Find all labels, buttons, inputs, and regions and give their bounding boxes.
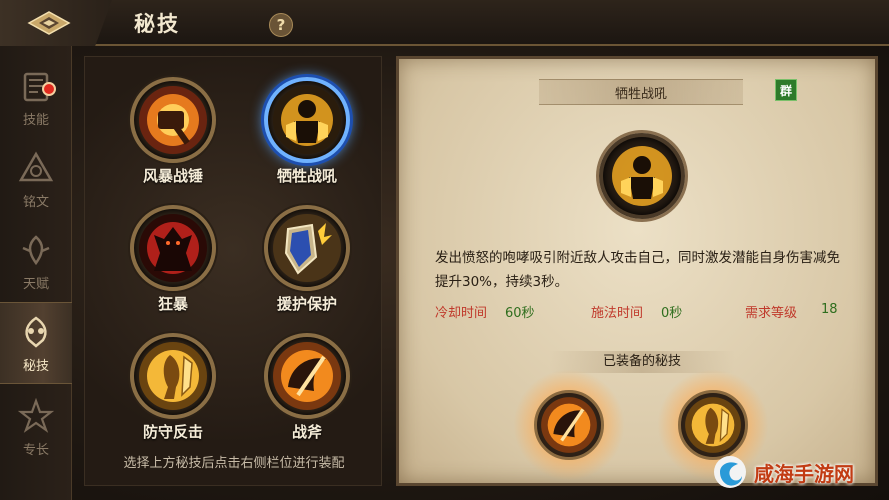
watermark-logo-icon [714,456,746,488]
instruction-text: 选择上方秘技后点击右侧栏位进行装配 [123,456,345,471]
skill-counter-attack[interactable]: 防守反击 [113,333,233,463]
shield-icon [264,205,350,291]
secret-skill-icon [17,313,55,351]
top-bar: 秘技 ? [0,0,889,46]
skill-battle-axe[interactable]: 战斧 [247,333,367,463]
skill-name: 防守反击 [142,423,203,441]
warcry-icon [264,77,350,163]
required-level-label: 需求等级 [745,306,798,321]
counter-icon [130,333,216,419]
sidebar-item-label: 铭文 [22,194,49,210]
skill-stats: 冷却时间 60秒 施法时间 0秒 需求等级 18 [435,302,845,322]
cast-time-label: 施法时间 [591,306,644,321]
sidebar-item-talent[interactable]: 天赋 [0,220,72,302]
skill-name: 援护保护 [276,295,337,313]
sidebar-item-specialty[interactable]: 专长 [0,386,72,468]
axe-icon [264,333,350,419]
counter-icon [678,390,748,460]
notification-badge [42,82,56,96]
sidebar-item-label: 天赋 [22,276,49,292]
skill-name: 风暴战锤 [142,167,203,185]
skill-detail-panel: 牺牲战吼 群 发出愤怒的咆哮吸引附近敌人攻击自己，同时激发潜能自身伤害减免提升3… [396,56,878,486]
skill-description: 发出愤怒的咆哮吸引附近敌人攻击自己，同时激发潜能自身伤害减免提升30%，持续3秒… [435,250,840,290]
specialty-icon [17,397,55,435]
hammer-icon [130,77,216,163]
sidebar-item-secret-skill[interactable]: 秘技 [0,302,72,384]
sidebar-item-skills[interactable]: 技能 [0,56,72,138]
sidebar-item-label: 专长 [22,442,49,458]
warcry-icon [599,133,685,219]
axe-icon [534,390,604,460]
page-title: 秘技 [134,12,180,36]
skill-guard-protect[interactable]: 援护保护 [247,205,367,335]
watermark-text: 咸海手游网 [754,461,854,486]
help-icon[interactable]: ? [269,13,293,37]
cooldown-value: 60秒 [505,306,535,321]
skill-name: 牺牲战吼 [276,167,337,185]
equip-slot-1[interactable] [513,369,625,481]
group-badge: 群 [775,79,797,101]
back-button[interactable] [0,0,112,46]
detail-title: 牺牲战吼 [539,79,743,105]
watermark: 咸海手游网 [712,452,854,492]
berserk-icon [130,205,216,291]
skill-name: 狂暴 [157,295,188,313]
game-screen: 秘技 ? 技能 铭文 天赋 秘技 专长 风暴战锤 牺牲战吼 狂暴 援护保护 防守… [0,0,889,500]
required-level-value: 18 [821,302,838,317]
sidebar-item-inscription[interactable]: 铭文 [0,138,72,220]
skill-list-panel: 风暴战锤 牺牲战吼 狂暴 援护保护 防守反击 战斧 选择上方秘技后点击右侧栏位进… [84,56,382,486]
sidebar: 技能 铭文 天赋 秘技 专长 [0,46,72,500]
cast-time-value: 0秒 [661,306,683,321]
skill-storm-hammer[interactable]: 风暴战锤 [113,77,233,207]
rune-triangle-icon [17,149,55,187]
back-arrow-icon [27,11,71,35]
sidebar-item-label: 技能 [22,112,49,128]
skill-berserk[interactable]: 狂暴 [113,205,233,335]
cooldown-label: 冷却时间 [435,306,488,321]
skill-sacrifice-warcry[interactable]: 牺牲战吼 [247,77,367,207]
skill-name: 战斧 [291,423,322,441]
talent-icon [17,231,55,269]
sidebar-item-label: 秘技 [22,358,49,374]
